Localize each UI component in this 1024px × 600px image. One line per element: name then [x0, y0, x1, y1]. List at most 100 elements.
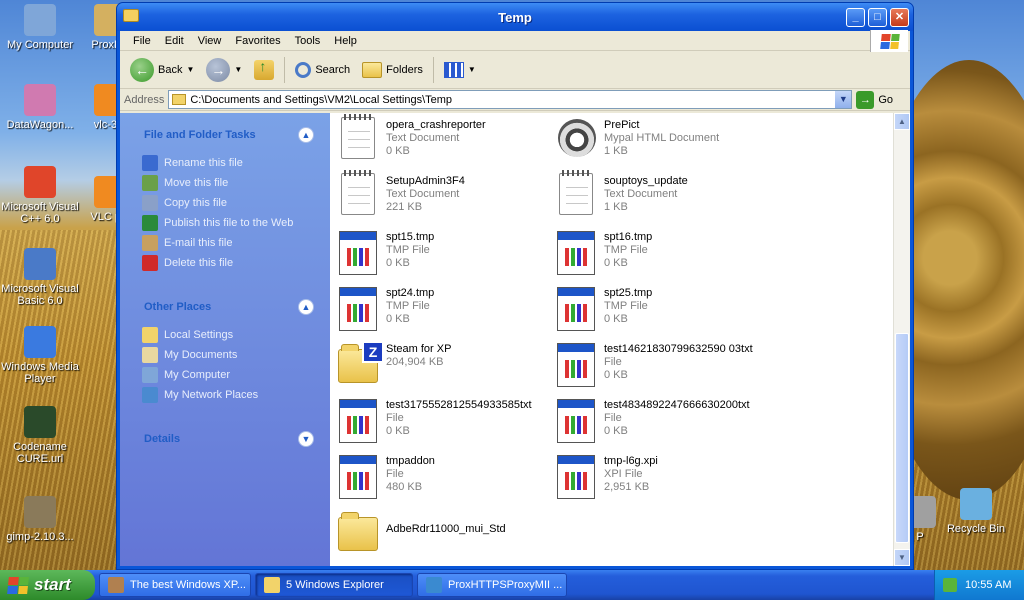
file-name: Steam for XP: [386, 343, 452, 355]
task-link[interactable]: My Computer: [142, 365, 308, 385]
up-folder-button[interactable]: ↑: [250, 55, 278, 85]
file-type: TMP File: [604, 300, 648, 312]
desktop-icon-label: Windows Media Player: [1, 361, 79, 385]
start-button[interactable]: start: [0, 570, 95, 600]
menu-edit[interactable]: Edit: [158, 35, 191, 47]
task-link[interactable]: My Network Places: [142, 385, 308, 405]
desktop-icon[interactable]: Codename CURE.url: [0, 406, 80, 465]
file-item[interactable]: test3175552812554933585txt File 0 KB: [338, 395, 556, 451]
file-list-pane: opera_crashreporter Text Document 0 KB PreP…: [330, 113, 910, 566]
raccoon-html-icon: [556, 117, 596, 163]
other-places-panel: Other Places ▲ Local Settings My Document…: [132, 295, 318, 413]
address-input[interactable]: C:\Documents and Settings\VM2\Local Sett…: [168, 90, 853, 109]
task-link[interactable]: Local Settings: [142, 325, 308, 345]
expand-chevron-icon[interactable]: ▼: [298, 431, 314, 447]
taskbar-button[interactable]: ProxHTTPSProxyMII ...: [417, 573, 567, 597]
taskbar-button[interactable]: The best Windows XP...: [99, 573, 251, 597]
file-item[interactable]: spt16.tmp TMP File 0 KB: [556, 227, 774, 283]
file-meta: spt24.tmp TMP File 0 KB: [386, 283, 434, 326]
minimize-button[interactable]: _: [846, 8, 865, 27]
views-button[interactable]: ▼: [440, 55, 480, 85]
menu-help[interactable]: Help: [327, 35, 364, 47]
file-item[interactable]: test14621830799632590 03txt File 0 KB: [556, 339, 774, 395]
address-label: Address: [124, 93, 165, 106]
go-arrow-icon: →: [856, 90, 875, 109]
search-icon: [295, 61, 312, 78]
maximize-button[interactable]: □: [868, 8, 887, 27]
menu-favorites[interactable]: Favorites: [228, 35, 287, 47]
file-item[interactable]: opera_crashreporter Text Document 0 KB: [338, 114, 556, 171]
other-places-header[interactable]: Other Places ▲: [132, 295, 318, 319]
views-icon: [443, 61, 464, 78]
task-link-label: My Network Places: [164, 389, 259, 401]
forward-button[interactable]: → ▼: [202, 55, 246, 85]
task-link[interactable]: E-mail this file: [142, 233, 308, 253]
clock[interactable]: 10:55 AM: [965, 579, 1011, 591]
file-item[interactable]: test4834892247666630200txt File 0 KB: [556, 395, 774, 451]
task-link-icon: [142, 175, 158, 191]
desktop-icon-label: Microsoft Visual Basic 6.0: [1, 283, 79, 307]
task-link[interactable]: My Documents: [142, 345, 308, 365]
menu-bar: File Edit View Favorites Tools Help: [120, 30, 910, 52]
file-type: TMP File: [386, 300, 430, 312]
generic-file-icon: [556, 341, 596, 387]
file-item[interactable]: Z Steam for XP 204,904 KB: [338, 339, 556, 395]
file-item[interactable]: spt25.tmp TMP File 0 KB: [556, 283, 774, 339]
file-size: 0 KB: [386, 313, 410, 325]
details-header[interactable]: Details ▼: [132, 427, 318, 451]
generic-file-icon: [338, 453, 378, 499]
desktop-icon[interactable]: My Computer: [0, 4, 80, 51]
taskbar: start The best Windows XP... 5 Windows Ex…: [0, 570, 1024, 600]
desktop-icon[interactable]: Recycle Bin: [936, 488, 1016, 535]
address-dropdown-icon[interactable]: ▼: [835, 91, 852, 108]
file-item[interactable]: souptoys_update Text Document 1 KB: [556, 170, 774, 227]
menu-tools[interactable]: Tools: [288, 35, 328, 47]
windows-logo-icon: [870, 30, 908, 52]
task-link[interactable]: Move this file: [142, 173, 308, 193]
file-item[interactable]: spt15.tmp TMP File 0 KB: [338, 227, 556, 283]
desktop-icon[interactable]: Windows Media Player: [0, 326, 80, 385]
desktop-icon[interactable]: gimp-2.10.3...: [0, 496, 80, 543]
file-item[interactable]: tmpaddon File 480 KB: [338, 451, 556, 507]
file-type: File: [604, 356, 622, 368]
task-link[interactable]: Rename this file: [142, 153, 308, 173]
file-item[interactable]: AdbeRdr11000_mui_Std: [338, 507, 556, 563]
back-label: Back: [158, 63, 183, 76]
desktop-icon[interactable]: Microsoft Visual C++ 6.0: [0, 166, 80, 225]
file-item[interactable]: tmp-l6g.xpi XPI File 2,951 KB: [556, 451, 774, 507]
file-type: File: [604, 412, 622, 424]
scroll-down-arrow-icon[interactable]: ▼: [894, 549, 910, 566]
tray-app-icon[interactable]: [943, 578, 957, 592]
forward-arrow-icon: →: [206, 57, 231, 82]
file-size: 0 KB: [604, 369, 628, 381]
file-name: test14621830799632590 03txt: [604, 343, 753, 355]
folders-button[interactable]: Folders: [358, 55, 427, 85]
forward-dropdown-icon[interactable]: ▼: [234, 65, 242, 74]
task-link[interactable]: Delete this file: [142, 253, 308, 273]
scrollbar-thumb[interactable]: [895, 333, 909, 543]
file-meta: test14621830799632590 03txt File 0 KB: [604, 339, 753, 382]
menu-view[interactable]: View: [191, 35, 229, 47]
vertical-scrollbar[interactable]: ▲ ▼: [893, 113, 910, 566]
collapse-chevron-icon[interactable]: ▲: [298, 299, 314, 315]
desktop-icon[interactable]: Microsoft Visual Basic 6.0: [0, 248, 80, 307]
back-button[interactable]: ← Back ▼: [126, 55, 198, 85]
menu-file[interactable]: File: [126, 35, 158, 47]
file-item[interactable]: PrePict Mypal HTML Document 1 KB: [556, 115, 774, 171]
desktop-icon[interactable]: DataWagon...: [0, 84, 80, 131]
collapse-chevron-icon[interactable]: ▲: [298, 127, 314, 143]
title-bar[interactable]: Temp _ □ ✕: [117, 3, 913, 31]
task-link[interactable]: Copy this file: [142, 193, 308, 213]
taskbar-app-icon: [426, 577, 442, 593]
back-dropdown-icon[interactable]: ▼: [186, 65, 194, 74]
close-button[interactable]: ✕: [890, 8, 909, 27]
search-button[interactable]: Search: [291, 55, 354, 85]
file-item[interactable]: SetupAdmin3F4 Text Document 221 KB: [338, 170, 556, 227]
task-link[interactable]: Publish this file to the Web: [142, 213, 308, 233]
scroll-up-arrow-icon[interactable]: ▲: [894, 113, 910, 130]
generic-file-icon: [338, 229, 378, 275]
file-folder-tasks-header[interactable]: File and Folder Tasks ▲: [132, 123, 318, 147]
go-button[interactable]: → Go: [856, 90, 893, 109]
file-item[interactable]: spt24.tmp TMP File 0 KB: [338, 283, 556, 339]
taskbar-button[interactable]: 5 Windows Explorer: [255, 573, 413, 597]
